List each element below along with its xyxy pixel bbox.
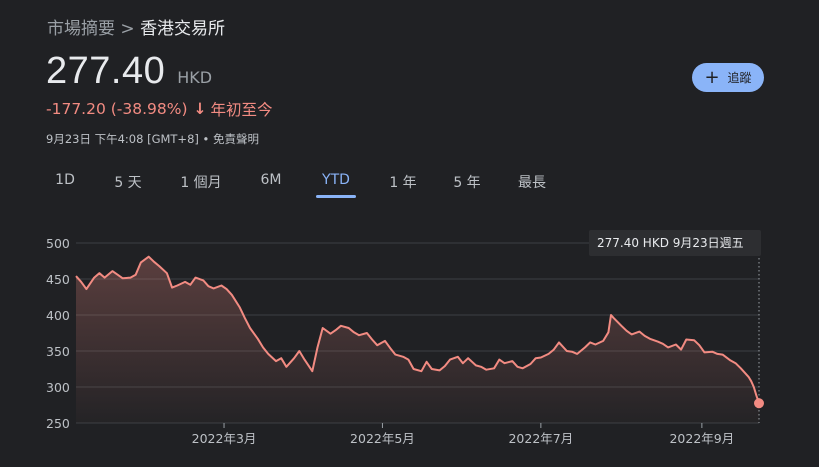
y-tick-label: 250 — [46, 416, 70, 431]
y-tick-label: 350 — [46, 344, 70, 359]
y-tick-label: 500 — [46, 236, 70, 251]
last-price-marker — [754, 398, 764, 409]
x-tick-label: 2022年3月 — [192, 431, 257, 446]
price-area — [76, 256, 759, 423]
x-tick-label: 2022年9月 — [669, 431, 734, 446]
x-tick-label: 2022年7月 — [508, 431, 573, 446]
y-tick-label: 450 — [46, 272, 70, 287]
chart-tooltip-text: 277.40 HKD 9月23日週五 — [597, 236, 744, 250]
price-chart[interactable]: 250 300 350 400 450 500 2022年3月 2022年5月 2022年7月 2… — [0, 0, 819, 467]
y-tick-label: 300 — [46, 380, 70, 395]
y-tick-label: 400 — [46, 308, 70, 323]
x-tick-label: 2022年5月 — [350, 431, 415, 446]
